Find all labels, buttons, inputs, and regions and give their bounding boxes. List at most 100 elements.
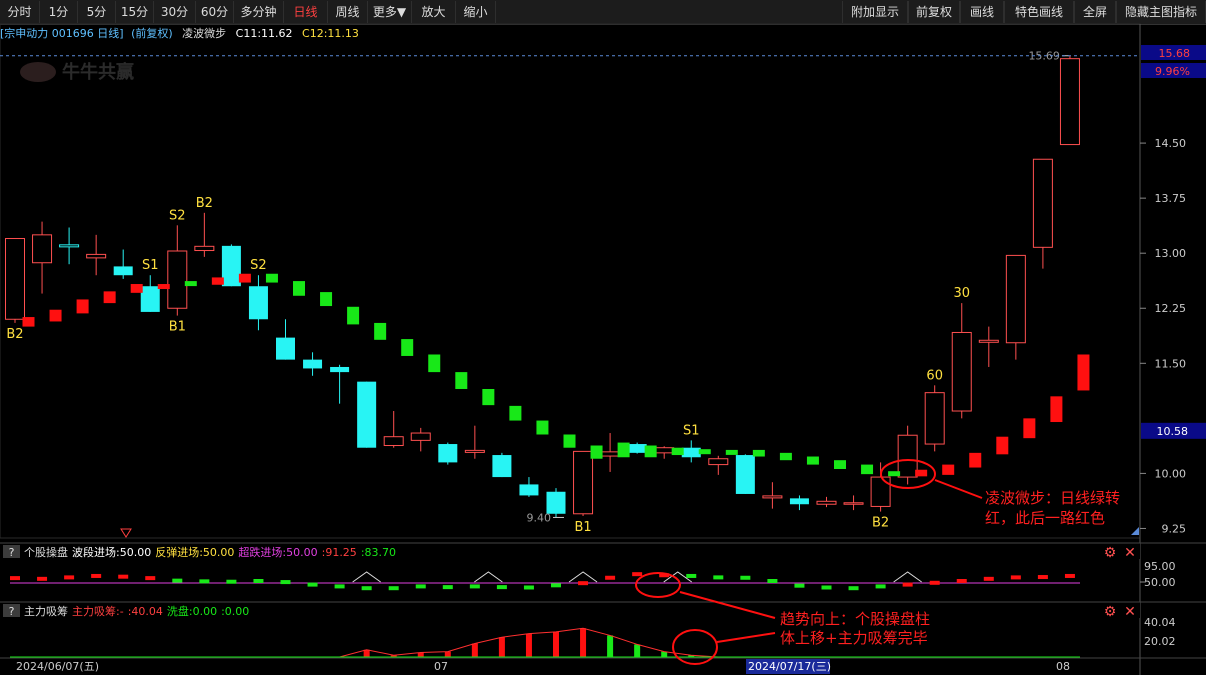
operation-bar bbox=[145, 576, 156, 581]
candle-body bbox=[573, 450, 594, 515]
wave-marker bbox=[568, 571, 598, 583]
operation-bar bbox=[280, 580, 291, 585]
trend-block bbox=[861, 464, 874, 475]
operation-bar bbox=[334, 584, 345, 589]
trend-block bbox=[482, 388, 495, 406]
chart-canvas: 牛牛共赢 B2S1S2B1B2S2B1S1B2603015.699.40 15.… bbox=[0, 23, 1206, 675]
candle-body bbox=[870, 476, 891, 507]
annotation-arrow bbox=[934, 479, 983, 499]
signal-label: B1 bbox=[169, 320, 186, 335]
operation-bar bbox=[740, 575, 751, 580]
candle-body bbox=[438, 444, 458, 463]
accumulation-bar bbox=[553, 631, 559, 657]
candle-body bbox=[897, 434, 918, 478]
trend-block bbox=[103, 291, 116, 304]
trend-block bbox=[184, 281, 197, 287]
trend-block bbox=[76, 299, 89, 314]
close-icon[interactable]: ✕ bbox=[1124, 604, 1136, 620]
annotation-main-line1: 凌波微步：日线绿转 bbox=[985, 489, 1120, 507]
candle-body bbox=[762, 495, 783, 499]
trend-block bbox=[401, 339, 414, 356]
highlight-circle bbox=[672, 629, 718, 665]
operation-bar bbox=[956, 579, 967, 583]
candle-body bbox=[681, 447, 701, 458]
candle-body bbox=[86, 253, 107, 259]
signal-label: S2 bbox=[250, 258, 267, 273]
trend-block bbox=[293, 281, 305, 296]
main-kline-chart[interactable]: B2S1S2B1B2S2B1S1B2603015.699.40 bbox=[0, 50, 1140, 535]
panel1-axis-high: 95.00 bbox=[1144, 560, 1176, 573]
accumulation-bar bbox=[607, 635, 614, 657]
trend-block bbox=[238, 273, 251, 283]
gear-icon[interactable]: ⚙ bbox=[1104, 545, 1117, 561]
trend-block bbox=[428, 354, 441, 373]
trend-block bbox=[590, 445, 603, 459]
operation-bar bbox=[632, 572, 643, 577]
operation-bar bbox=[767, 579, 778, 583]
signal-label: B1 bbox=[574, 520, 591, 535]
trend-block bbox=[698, 449, 711, 455]
trend-block bbox=[915, 469, 928, 477]
operation-bar bbox=[64, 575, 75, 580]
candle-body bbox=[167, 250, 188, 309]
trend-block bbox=[347, 306, 360, 325]
candle-body bbox=[248, 286, 268, 320]
operation-bar bbox=[199, 579, 210, 584]
panel2-axis-mid: 20.02 bbox=[1144, 635, 1176, 648]
operation-bar bbox=[551, 583, 561, 588]
trend-block bbox=[617, 442, 630, 458]
operation-bar bbox=[686, 573, 697, 578]
operation-bar bbox=[794, 583, 805, 588]
annotation-sub-line2: 体上移+主力吸筹完毕 bbox=[780, 629, 928, 647]
gear-icon[interactable]: ⚙ bbox=[1104, 604, 1117, 620]
accumulation-bar bbox=[444, 651, 451, 657]
trend-block bbox=[265, 273, 278, 283]
operation-bar bbox=[713, 575, 724, 580]
operation-bar bbox=[442, 585, 453, 590]
watermark: 牛牛共赢 bbox=[62, 61, 134, 83]
trend-block bbox=[969, 452, 982, 468]
candle-body bbox=[789, 498, 809, 505]
trend-block bbox=[942, 464, 955, 475]
trend-block bbox=[536, 420, 549, 435]
highlight-circle bbox=[635, 572, 681, 598]
candle-body bbox=[410, 432, 431, 441]
top-price: 15.68 bbox=[1159, 47, 1191, 60]
candle-body bbox=[1032, 158, 1053, 248]
current-price: 10.58 bbox=[1157, 425, 1189, 438]
trend-block bbox=[130, 284, 143, 293]
low-price-label: 9.40 bbox=[527, 511, 552, 524]
candle-body bbox=[654, 447, 675, 454]
trend-block bbox=[49, 309, 62, 322]
trend-block bbox=[1050, 396, 1063, 423]
panel-param: 主力吸筹:- bbox=[72, 604, 124, 618]
panel-param: :40.04 bbox=[128, 605, 163, 618]
candle-body bbox=[1005, 254, 1026, 344]
help-icon: ? bbox=[9, 605, 15, 618]
operation-bar bbox=[929, 580, 940, 585]
operation-bar bbox=[875, 584, 886, 589]
candle-body bbox=[32, 234, 53, 264]
signal-label: B2 bbox=[6, 327, 23, 342]
operation-bar bbox=[902, 582, 913, 587]
operation-bar bbox=[10, 576, 20, 581]
candle-body bbox=[357, 381, 377, 448]
close-icon[interactable]: ✕ bbox=[1124, 545, 1136, 561]
panel-param: :91.25 bbox=[322, 546, 357, 559]
trend-block bbox=[996, 436, 1009, 455]
panel-param: 个股操盘 bbox=[24, 545, 68, 559]
trend-block bbox=[22, 317, 35, 327]
wave-marker bbox=[474, 571, 503, 583]
candle-body bbox=[978, 339, 999, 343]
operation-bar bbox=[415, 584, 426, 589]
panel-param: :0.00 bbox=[221, 605, 249, 618]
resize-corner-icon[interactable] bbox=[1131, 527, 1139, 535]
accumulation-bar bbox=[661, 651, 668, 657]
trend-block bbox=[211, 277, 224, 285]
operation-bar bbox=[496, 585, 507, 590]
trend-block bbox=[509, 405, 522, 421]
trend-block bbox=[563, 434, 576, 448]
trend-block bbox=[455, 372, 468, 389]
date-label-start: 2024/06/07(五) bbox=[16, 660, 99, 673]
trend-block bbox=[1077, 354, 1090, 391]
